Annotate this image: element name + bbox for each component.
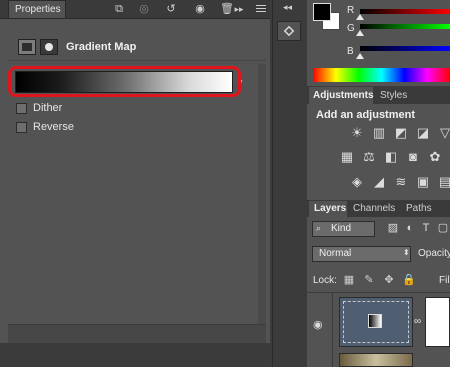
- lock-position-icon[interactable]: ✥: [382, 273, 396, 287]
- red-slider[interactable]: [360, 9, 450, 14]
- threshold-icon[interactable]: ▣: [414, 174, 432, 190]
- foreground-color-swatch[interactable]: [313, 3, 331, 21]
- properties-panel: [0, 0, 270, 367]
- adjustments-heading: Add an adjustment: [316, 109, 416, 121]
- adjustment-layer-icon[interactable]: [18, 39, 36, 55]
- divider: [8, 60, 266, 61]
- tab-paths[interactable]: Paths: [406, 201, 432, 217]
- reverse-checkbox[interactable]: [16, 122, 27, 133]
- layer-mask-thumbnail[interactable]: [425, 297, 450, 347]
- gradient-map-icon[interactable]: ▤: [436, 174, 450, 190]
- pixel-filter-icon[interactable]: ▨: [386, 221, 400, 235]
- search-icon: ⌕: [316, 223, 322, 233]
- panel-menu-icon[interactable]: [254, 2, 268, 16]
- green-slider-thumb[interactable]: [356, 30, 364, 36]
- levels-icon[interactable]: ▥: [370, 125, 388, 141]
- bottom-strip: [0, 343, 270, 367]
- highlight-annotation: [8, 66, 241, 97]
- dither-checkbox[interactable]: [16, 103, 27, 114]
- properties-bottom-bar: [8, 324, 266, 343]
- channel-mixer-icon[interactable]: ✿: [426, 149, 444, 165]
- hue-saturation-icon[interactable]: ▦: [338, 149, 356, 165]
- blend-mode-select[interactable]: Normal: [312, 246, 411, 262]
- panel-title: Gradient Map: [66, 41, 137, 53]
- eye-icon[interactable]: ◉: [313, 318, 323, 331]
- exposure-icon[interactable]: ◪: [414, 125, 432, 141]
- view-previous-state-icon[interactable]: ◎: [135, 2, 153, 16]
- curves-icon[interactable]: ◩: [392, 125, 410, 141]
- black-white-icon[interactable]: ◧: [382, 149, 400, 165]
- kind-filter-select[interactable]: Kind: [312, 221, 375, 237]
- blue-label: B: [347, 46, 354, 57]
- adjustment-filter-icon[interactable]: ◐: [403, 221, 417, 235]
- green-slider[interactable]: [360, 24, 450, 29]
- reset-icon[interactable]: ↺: [162, 2, 180, 16]
- layer-mask-icon[interactable]: [40, 39, 58, 55]
- layer-thumbnail[interactable]: [339, 353, 413, 367]
- fill-label: Fill: [439, 275, 450, 286]
- visibility-eye-icon[interactable]: ◉: [191, 2, 209, 16]
- chevron-updown-icon: ⬍: [403, 248, 410, 257]
- dither-label: Dither: [33, 102, 63, 114]
- blue-slider-thumb[interactable]: [356, 53, 364, 59]
- divider: [332, 292, 333, 367]
- link-icon[interactable]: ∞: [414, 316, 421, 327]
- lock-transparent-icon[interactable]: ▦: [342, 273, 356, 287]
- gradient-map-icon: [368, 314, 382, 328]
- lock-all-icon[interactable]: 🔒: [402, 273, 416, 287]
- red-slider-thumb[interactable]: [356, 14, 364, 20]
- clip-to-layer-icon[interactable]: ⧉: [110, 2, 128, 16]
- green-label: G: [347, 23, 355, 34]
- posterize-icon[interactable]: ≋: [392, 174, 410, 190]
- tab-adjustments[interactable]: Adjustments: [309, 87, 374, 104]
- tab-styles[interactable]: Styles: [380, 87, 407, 104]
- photo-filter-icon[interactable]: ◙: [404, 149, 422, 165]
- color-balance-icon[interactable]: ⚖: [360, 149, 378, 165]
- reverse-label: Reverse: [33, 121, 74, 133]
- tab-properties[interactable]: Properties: [8, 0, 66, 18]
- color-lookup-icon[interactable]: ◈: [348, 174, 366, 190]
- tab-layers[interactable]: Layers: [309, 201, 347, 217]
- collapse-icon[interactable]: ◂◂: [283, 2, 292, 13]
- 3d-panel-icon[interactable]: [277, 21, 301, 41]
- red-label: R: [347, 5, 355, 16]
- trash-icon[interactable]: 🗑: [218, 2, 236, 16]
- tab-channels[interactable]: Channels: [353, 201, 395, 217]
- vibrance-icon[interactable]: ▽: [436, 125, 450, 141]
- panel-dock-column: [272, 0, 308, 367]
- lock-label: Lock:: [313, 275, 337, 286]
- shape-filter-icon[interactable]: ▢: [436, 221, 450, 235]
- scrollbar[interactable]: [258, 64, 266, 324]
- opacity-label: Opacity: [418, 248, 450, 259]
- blue-slider[interactable]: [360, 46, 450, 51]
- invert-icon[interactable]: ◢: [370, 174, 388, 190]
- type-filter-icon[interactable]: T: [419, 221, 433, 235]
- brightness-contrast-icon[interactable]: ☀: [348, 125, 366, 141]
- color-spectrum[interactable]: [313, 68, 450, 82]
- lock-image-icon[interactable]: ✎: [362, 273, 376, 287]
